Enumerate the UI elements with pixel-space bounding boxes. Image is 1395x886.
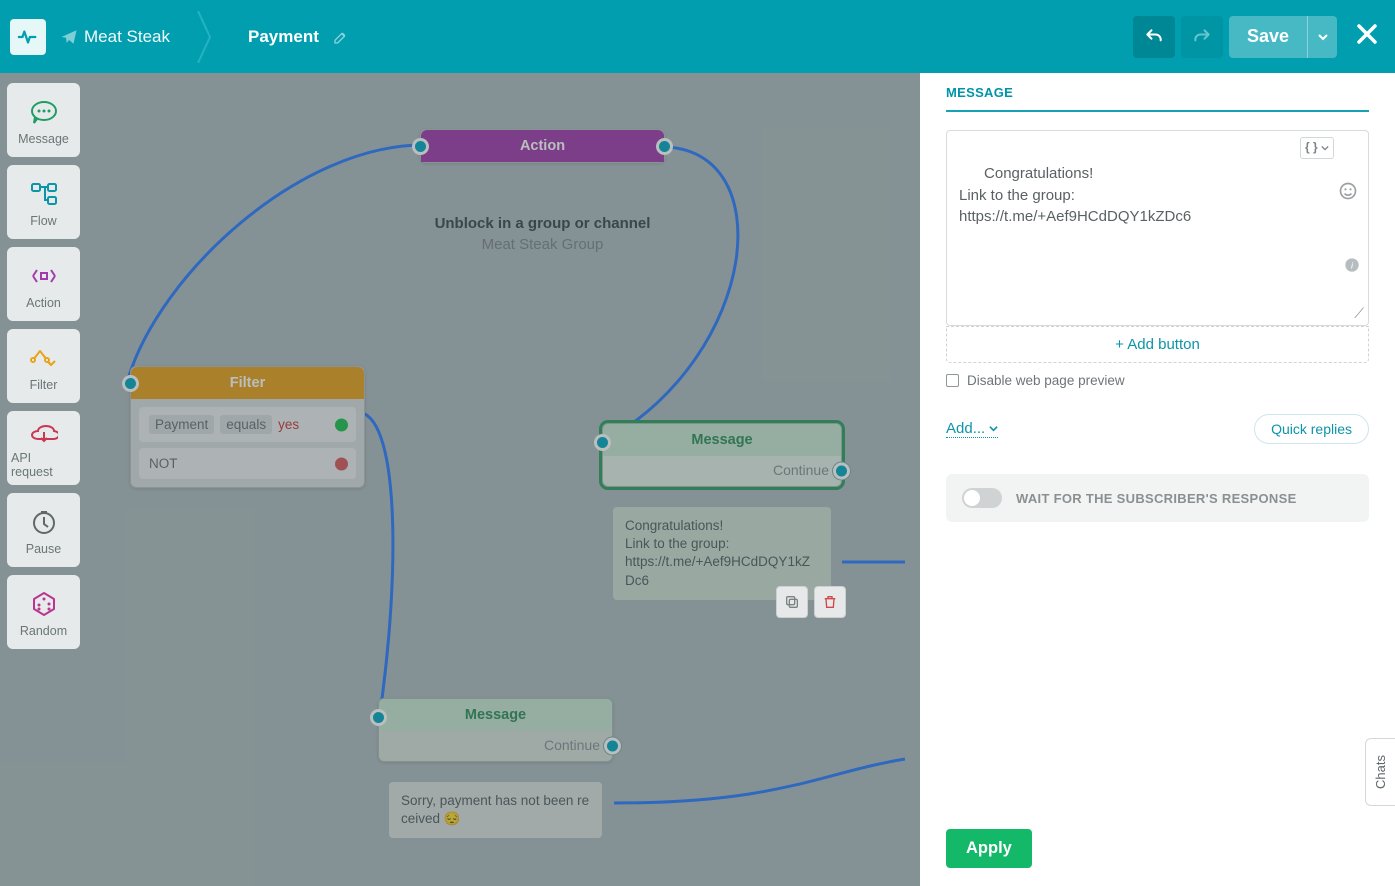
disable-preview-row[interactable]: Disable web page preview xyxy=(946,373,1369,388)
checkbox[interactable] xyxy=(946,374,959,387)
breadcrumb-bot[interactable]: Meat Steak xyxy=(84,27,170,47)
add-button-row[interactable]: + Add button xyxy=(946,326,1369,363)
sidebar-item-filter[interactable]: Filter xyxy=(7,329,80,403)
redo-button[interactable] xyxy=(1181,16,1223,58)
info-icon[interactable]: i xyxy=(1311,235,1360,301)
sidebar-item-label: Pause xyxy=(26,542,61,556)
app-header: Meat Steak Payment Save xyxy=(0,0,1395,73)
trash-icon xyxy=(822,594,838,610)
caret-down-icon xyxy=(1318,32,1328,42)
save-button[interactable]: Save xyxy=(1229,16,1307,58)
emoji-icon xyxy=(1338,181,1358,201)
caret-down-icon xyxy=(989,424,998,433)
resize-handle[interactable]: ⟋ xyxy=(1354,303,1364,323)
copy-icon xyxy=(784,594,800,610)
sidebar-item-label: Random xyxy=(20,624,67,638)
sidebar-item-pause[interactable]: Pause xyxy=(7,493,80,567)
action-icon xyxy=(30,266,58,286)
filter-icon xyxy=(29,347,59,369)
sidebar-item-api[interactable]: API request xyxy=(7,411,80,485)
breadcrumb: Meat Steak Payment xyxy=(60,11,349,63)
disable-preview-label: Disable web page preview xyxy=(967,373,1125,388)
sidebar-item-label: Action xyxy=(26,296,61,310)
message-icon xyxy=(29,100,59,124)
random-icon xyxy=(31,591,57,617)
caret-down-icon xyxy=(1321,144,1329,152)
insert-variable-button[interactable]: { } xyxy=(1300,137,1334,159)
sidebar-item-action[interactable]: Action xyxy=(7,247,80,321)
pause-icon xyxy=(31,509,57,535)
message-editor[interactable]: Congratulations! Link to the group: http… xyxy=(946,130,1369,326)
properties-panel: MESSAGE Congratulations! Link to the gro… xyxy=(920,73,1395,886)
wait-label: WAIT FOR THE SUBSCRIBER'S RESPONSE xyxy=(1016,491,1297,506)
add-label: Add... xyxy=(946,420,985,437)
emoji-button[interactable] xyxy=(1338,137,1360,159)
apply-button[interactable]: Apply xyxy=(946,829,1032,868)
wait-response-box: WAIT FOR THE SUBSCRIBER'S RESPONSE xyxy=(946,474,1369,522)
sidebar-item-message[interactable]: Message xyxy=(7,83,80,157)
chats-tab[interactable]: Chats xyxy=(1365,738,1395,806)
sidebar-item-random[interactable]: Random xyxy=(7,575,80,649)
copy-button[interactable] xyxy=(776,586,808,618)
close-icon xyxy=(1355,22,1379,46)
wait-toggle[interactable] xyxy=(962,488,1002,508)
chats-tab-label: Chats xyxy=(1373,755,1388,789)
pulse-icon xyxy=(17,26,39,48)
sidebar-item-flow[interactable]: Flow xyxy=(7,165,80,239)
close-button[interactable] xyxy=(1355,22,1379,51)
undo-button[interactable] xyxy=(1133,16,1175,58)
message-editor-text: Congratulations! Link to the group: http… xyxy=(959,165,1191,226)
panel-title: MESSAGE xyxy=(946,83,1369,112)
breadcrumb-separator xyxy=(202,11,216,63)
node-toolbar xyxy=(776,586,846,618)
breadcrumb-flow[interactable]: Payment xyxy=(248,27,319,47)
sidebar-item-label: Flow xyxy=(30,214,56,228)
save-dropdown[interactable] xyxy=(1307,16,1337,58)
sidebar-item-label: API request xyxy=(11,451,76,479)
quick-replies-button[interactable]: Quick replies xyxy=(1254,414,1369,444)
telegram-icon xyxy=(60,28,78,46)
sidebar-item-label: Message xyxy=(18,132,69,146)
component-sidebar: Message Flow Action Filter API request P… xyxy=(0,73,87,886)
sidebar-item-label: Filter xyxy=(30,378,58,392)
add-dropdown[interactable]: Add... xyxy=(946,420,998,438)
api-icon xyxy=(30,421,58,445)
delete-button[interactable] xyxy=(814,586,846,618)
flow-icon xyxy=(30,182,58,206)
app-logo[interactable] xyxy=(10,19,46,55)
edit-icon[interactable] xyxy=(333,29,349,45)
save-button-group: Save xyxy=(1229,16,1337,58)
